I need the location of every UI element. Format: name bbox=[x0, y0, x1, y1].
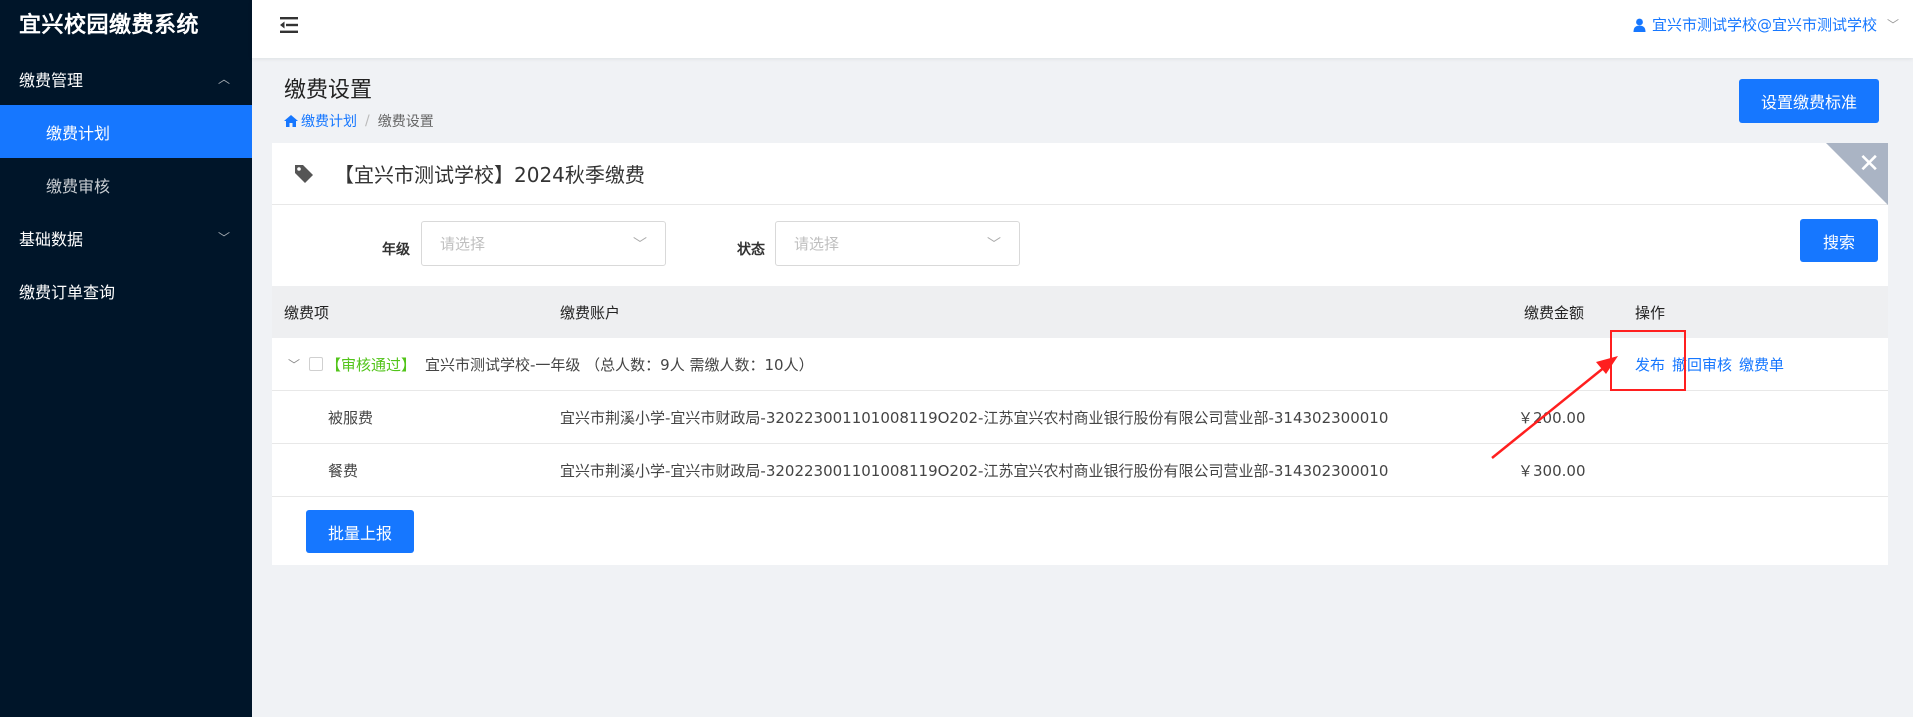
header-fee-amount: 缴费金额 bbox=[1524, 303, 1585, 322]
menu-fold-icon[interactable] bbox=[278, 14, 300, 36]
fee-table: 缴费项 缴费账户 缴费金额 操作 ﹀ 【审核通过】 宜兴市测试学校-一年级 （总… bbox=[272, 286, 1888, 497]
header-fee-account: 缴费账户 bbox=[560, 303, 621, 322]
chevron-down-icon: ﹀ bbox=[633, 236, 647, 253]
fee-bill-link[interactable]: 缴费单 bbox=[1739, 354, 1784, 375]
status-select[interactable]: 请选择 ﹀ bbox=[775, 221, 1020, 266]
menu-group-label: 基础数据 bbox=[19, 229, 84, 249]
filter-bar: 年级 请选择 ﹀ 状态 请选择 ﹀ 搜索 bbox=[272, 206, 1888, 286]
fee-account: 宜兴市荆溪小学-宜兴市财政局-320223001101008119O202-江苏… bbox=[560, 461, 1389, 480]
user-name: 宜兴市测试学校@宜兴市测试学校 bbox=[1651, 16, 1877, 34]
card-title: 【宜兴市测试学校】2024秋季缴费 bbox=[334, 163, 645, 187]
group-row: ﹀ 【审核通过】 宜兴市测试学校-一年级 （总人数：9人 需缴人数：10人） 发… bbox=[272, 338, 1888, 391]
withdraw-review-link[interactable]: 撤回审核 bbox=[1672, 354, 1732, 375]
status-label: 状态 bbox=[737, 242, 765, 258]
chevron-down-icon[interactable]: ﹀ bbox=[288, 356, 300, 373]
group-checkbox[interactable] bbox=[309, 357, 323, 371]
publish-link[interactable]: 发布 bbox=[1635, 354, 1665, 375]
table-header: 缴费项 缴费账户 缴费金额 操作 bbox=[272, 286, 1888, 338]
fee-item-name: 餐费 bbox=[328, 461, 359, 480]
menu-item-fee-review[interactable]: 缴费审核 bbox=[0, 158, 252, 211]
fee-item-name: 被服费 bbox=[328, 408, 374, 427]
menu-item-label: 缴费审核 bbox=[46, 176, 111, 196]
chevron-down-icon: ﹀ bbox=[1886, 18, 1899, 32]
breadcrumb-label: 缴费计划 bbox=[301, 114, 357, 130]
tag-icon bbox=[295, 164, 313, 183]
user-icon bbox=[1633, 18, 1646, 32]
menu-group-order-query[interactable]: 缴费订单查询 bbox=[0, 264, 252, 317]
chevron-up-icon: ︿ bbox=[217, 72, 230, 86]
fee-amount: ￥200.00 bbox=[1518, 408, 1586, 427]
card-header: 【宜兴市测试学校】2024秋季缴费 bbox=[272, 143, 1888, 205]
fee-amount: ￥300.00 bbox=[1518, 461, 1586, 480]
chevron-down-icon: ﹀ bbox=[987, 236, 1001, 253]
grade-label: 年级 bbox=[382, 242, 410, 258]
grade-placeholder: 请选择 bbox=[440, 235, 486, 253]
top-header: 宜兴市测试学校@宜兴市测试学校 ﹀ bbox=[252, 0, 1913, 58]
menu-group-fee-management[interactable]: 缴费管理 ︿ bbox=[0, 52, 252, 105]
page-title: 缴费设置 bbox=[284, 78, 373, 103]
user-menu[interactable]: 宜兴市测试学校@宜兴市测试学校 ﹀ bbox=[1633, 14, 1899, 35]
menu-item-fee-plan[interactable]: 缴费计划 bbox=[0, 105, 252, 158]
header-operations: 操作 bbox=[1635, 303, 1666, 322]
close-button[interactable]: ✕ bbox=[1826, 143, 1888, 205]
batch-report-button[interactable]: 批量上报 bbox=[306, 510, 414, 553]
sidebar: 宜兴校园缴费系统 缴费管理 ︿ 缴费计划 缴费审核 基础数据 ﹀ 缴费订单查询 bbox=[0, 0, 252, 717]
status-badge: 【审核通过】 bbox=[326, 355, 417, 374]
plan-card: 【宜兴市测试学校】2024秋季缴费 ✕ 年级 请选择 ﹀ 状态 请选择 ﹀ 搜索… bbox=[272, 143, 1888, 565]
menu-group-basic-data[interactable]: 基础数据 ﹀ bbox=[0, 211, 252, 264]
group-title: 宜兴市测试学校-一年级 （总人数：9人 需缴人数：10人） bbox=[425, 355, 814, 374]
row-operations: 发布 撤回审核 缴费单 bbox=[1635, 354, 1784, 375]
grade-select[interactable]: 请选择 ﹀ bbox=[421, 221, 666, 266]
menu-group-label: 缴费订单查询 bbox=[19, 282, 116, 302]
set-fee-standard-button[interactable]: 设置缴费标准 bbox=[1739, 79, 1879, 123]
search-button[interactable]: 搜索 bbox=[1800, 219, 1878, 262]
status-placeholder: 请选择 bbox=[794, 235, 840, 253]
menu-group-label: 缴费管理 bbox=[19, 70, 84, 90]
chevron-down-icon: ﹀ bbox=[217, 231, 230, 245]
breadcrumb: 缴费计划 / 缴费设置 bbox=[284, 111, 434, 131]
table-row: 餐费 宜兴市荆溪小学-宜兴市财政局-320223001101008119O202… bbox=[272, 444, 1888, 497]
menu-item-label: 缴费计划 bbox=[46, 123, 111, 143]
breadcrumb-current: 缴费设置 bbox=[377, 114, 434, 130]
table-row: 被服费 宜兴市荆溪小学-宜兴市财政局-320223001101008119O20… bbox=[272, 391, 1888, 444]
app-logo: 宜兴校园缴费系统 bbox=[19, 13, 200, 38]
fee-account: 宜兴市荆溪小学-宜兴市财政局-320223001101008119O202-江苏… bbox=[560, 408, 1389, 427]
breadcrumb-link-fee-plan[interactable]: 缴费计划 bbox=[284, 111, 357, 131]
breadcrumb-separator: / bbox=[365, 113, 370, 129]
close-icon: ✕ bbox=[1858, 149, 1880, 179]
home-icon bbox=[284, 115, 298, 127]
header-fee-item: 缴费项 bbox=[284, 303, 330, 322]
